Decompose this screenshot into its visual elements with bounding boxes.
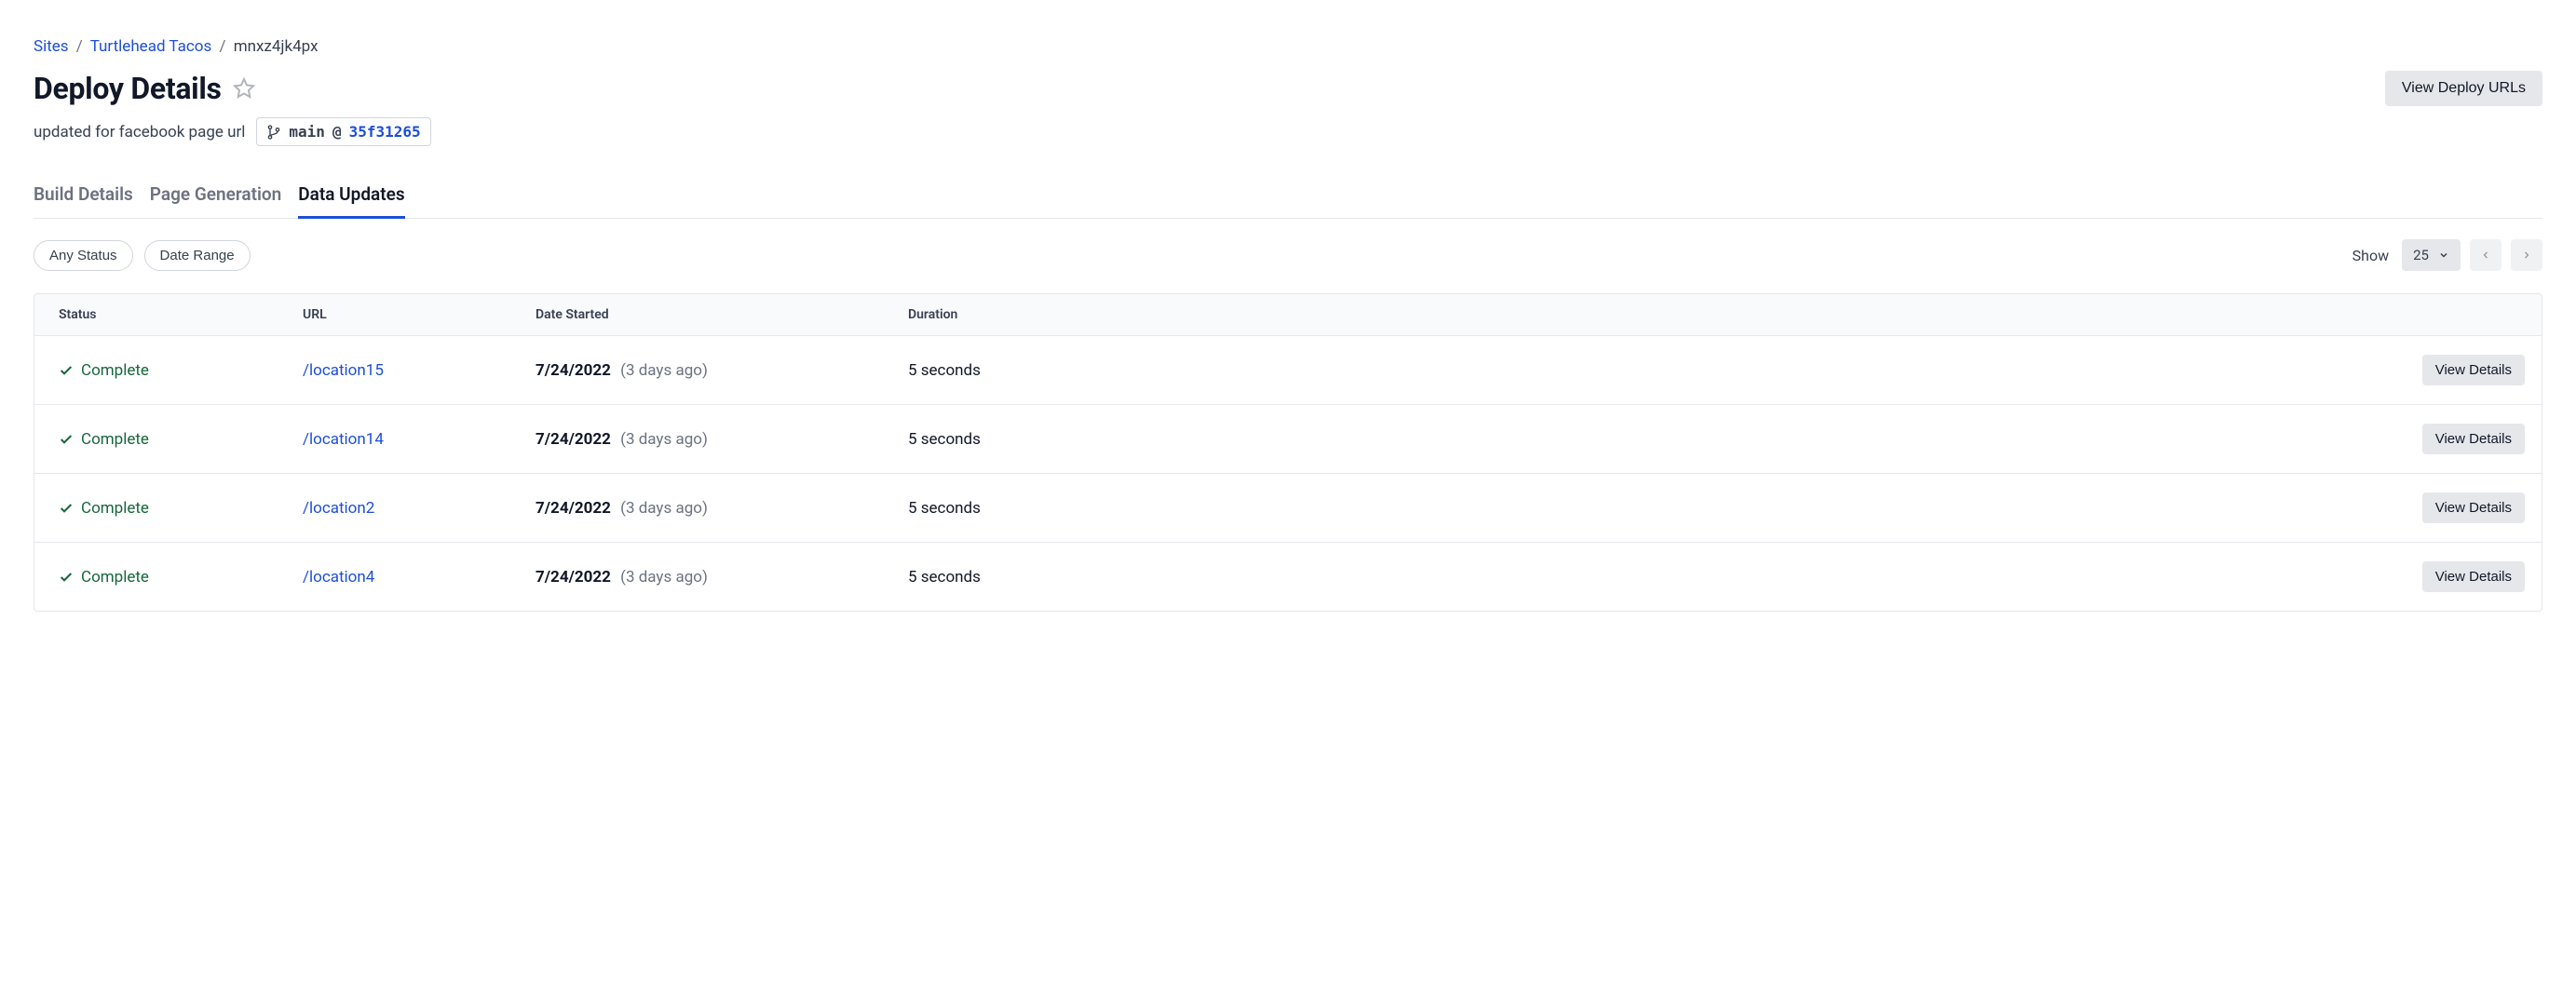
- date-started-cell: 7/24/2022 (3 days ago): [536, 430, 908, 449]
- status-cell: Complete: [51, 361, 303, 380]
- view-details-button[interactable]: View Details: [2422, 355, 2525, 385]
- duration-cell: 5 seconds: [908, 430, 2357, 449]
- git-hash: 35f31265: [349, 123, 421, 141]
- col-actions: [2357, 307, 2525, 322]
- chevron-down-icon: [2438, 250, 2449, 261]
- next-page-button[interactable]: [2511, 239, 2542, 271]
- date-relative: (3 days ago): [620, 430, 708, 449]
- date-relative: (3 days ago): [620, 499, 708, 518]
- status-label: Complete: [81, 499, 149, 518]
- actions-cell: View Details: [2357, 492, 2525, 523]
- check-icon: [59, 501, 74, 516]
- url-cell[interactable]: /location14: [303, 430, 536, 449]
- actions-cell: View Details: [2357, 424, 2525, 454]
- date-started-cell: 7/24/2022 (3 days ago): [536, 568, 908, 587]
- tab-data-updates[interactable]: Data Updates: [298, 183, 404, 219]
- filter-status[interactable]: Any Status: [34, 240, 133, 271]
- url-cell[interactable]: /location4: [303, 568, 536, 587]
- status-label: Complete: [81, 568, 149, 587]
- actions-cell: View Details: [2357, 561, 2525, 592]
- tab-page-generation[interactable]: Page Generation: [150, 183, 281, 219]
- git-ref-chip[interactable]: main @35f31265: [256, 117, 430, 146]
- filters: Any Status Date Range: [34, 240, 251, 271]
- duration-cell: 5 seconds: [908, 361, 2357, 380]
- view-details-button[interactable]: View Details: [2422, 424, 2525, 454]
- breadcrumb: Sites / Turtlehead Tacos / mnxz4jk4px: [34, 37, 2542, 56]
- date-started-cell: 7/24/2022 (3 days ago): [536, 499, 908, 518]
- controls-row: Any Status Date Range Show 25: [34, 239, 2542, 271]
- status-label: Complete: [81, 430, 149, 449]
- actions-cell: View Details: [2357, 355, 2525, 385]
- status-cell: Complete: [51, 499, 303, 518]
- breadcrumb-site[interactable]: Turtlehead Tacos: [90, 37, 212, 56]
- check-icon: [59, 570, 74, 585]
- duration-cell: 5 seconds: [908, 499, 2357, 518]
- date-value: 7/24/2022: [536, 568, 611, 587]
- date-started-cell: 7/24/2022 (3 days ago): [536, 361, 908, 380]
- table-row: Complete /location4 7/24/2022 (3 days ag…: [34, 543, 2542, 611]
- tabs: Build Details Page Generation Data Updat…: [34, 183, 2542, 219]
- view-details-button[interactable]: View Details: [2422, 492, 2525, 523]
- page-size-select[interactable]: 25: [2402, 239, 2461, 271]
- pager: Show 25: [2352, 239, 2542, 271]
- col-url: URL: [303, 307, 536, 322]
- col-duration: Duration: [908, 307, 2357, 322]
- filter-date-range[interactable]: Date Range: [144, 240, 251, 271]
- title-group: Deploy Details: [34, 71, 255, 106]
- url-cell[interactable]: /location15: [303, 361, 536, 380]
- status-cell: Complete: [51, 568, 303, 587]
- breadcrumb-sep: /: [76, 37, 83, 56]
- date-value: 7/24/2022: [536, 361, 611, 380]
- check-icon: [59, 363, 74, 378]
- table-row: Complete /location14 7/24/2022 (3 days a…: [34, 405, 2542, 474]
- table-row: Complete /location15 7/24/2022 (3 days a…: [34, 336, 2542, 405]
- breadcrumb-sep: /: [219, 37, 225, 56]
- table-row: Complete /location2 7/24/2022 (3 days ag…: [34, 474, 2542, 543]
- table-body: Complete /location15 7/24/2022 (3 days a…: [34, 336, 2542, 611]
- status-cell: Complete: [51, 430, 303, 449]
- page-header: Deploy Details View Deploy URLs: [34, 71, 2542, 106]
- breadcrumb-deploy-id: mnxz4jk4px: [234, 37, 319, 56]
- view-details-button[interactable]: View Details: [2422, 561, 2525, 592]
- date-relative: (3 days ago): [620, 361, 708, 380]
- table-header: Status URL Date Started Duration: [34, 294, 2542, 336]
- git-branch: main: [289, 123, 325, 141]
- breadcrumb-sites[interactable]: Sites: [34, 37, 69, 56]
- chevron-left-icon: [2480, 250, 2491, 261]
- date-value: 7/24/2022: [536, 430, 611, 449]
- show-label: Show: [2352, 247, 2389, 264]
- date-relative: (3 days ago): [620, 568, 708, 587]
- col-date-started: Date Started: [536, 307, 908, 322]
- date-value: 7/24/2022: [536, 499, 611, 518]
- duration-cell: 5 seconds: [908, 568, 2357, 587]
- prev-page-button[interactable]: [2470, 239, 2501, 271]
- chevron-right-icon: [2521, 250, 2532, 261]
- tab-build-details[interactable]: Build Details: [34, 183, 133, 219]
- data-updates-table: Status URL Date Started Duration Complet…: [34, 293, 2542, 612]
- url-cell[interactable]: /location2: [303, 499, 536, 518]
- star-icon[interactable]: [233, 77, 255, 100]
- subtitle-row: updated for facebook page url main @35f31…: [34, 117, 2542, 146]
- status-label: Complete: [81, 361, 149, 380]
- deploy-subtitle: updated for facebook page url: [34, 123, 245, 142]
- page-size-value: 25: [2413, 247, 2429, 263]
- git-branch-icon: [266, 125, 281, 140]
- page-title: Deploy Details: [34, 71, 222, 106]
- view-deploy-urls-button[interactable]: View Deploy URLs: [2385, 71, 2542, 106]
- check-icon: [59, 432, 74, 447]
- col-status: Status: [51, 307, 303, 322]
- git-at: @: [332, 123, 342, 141]
